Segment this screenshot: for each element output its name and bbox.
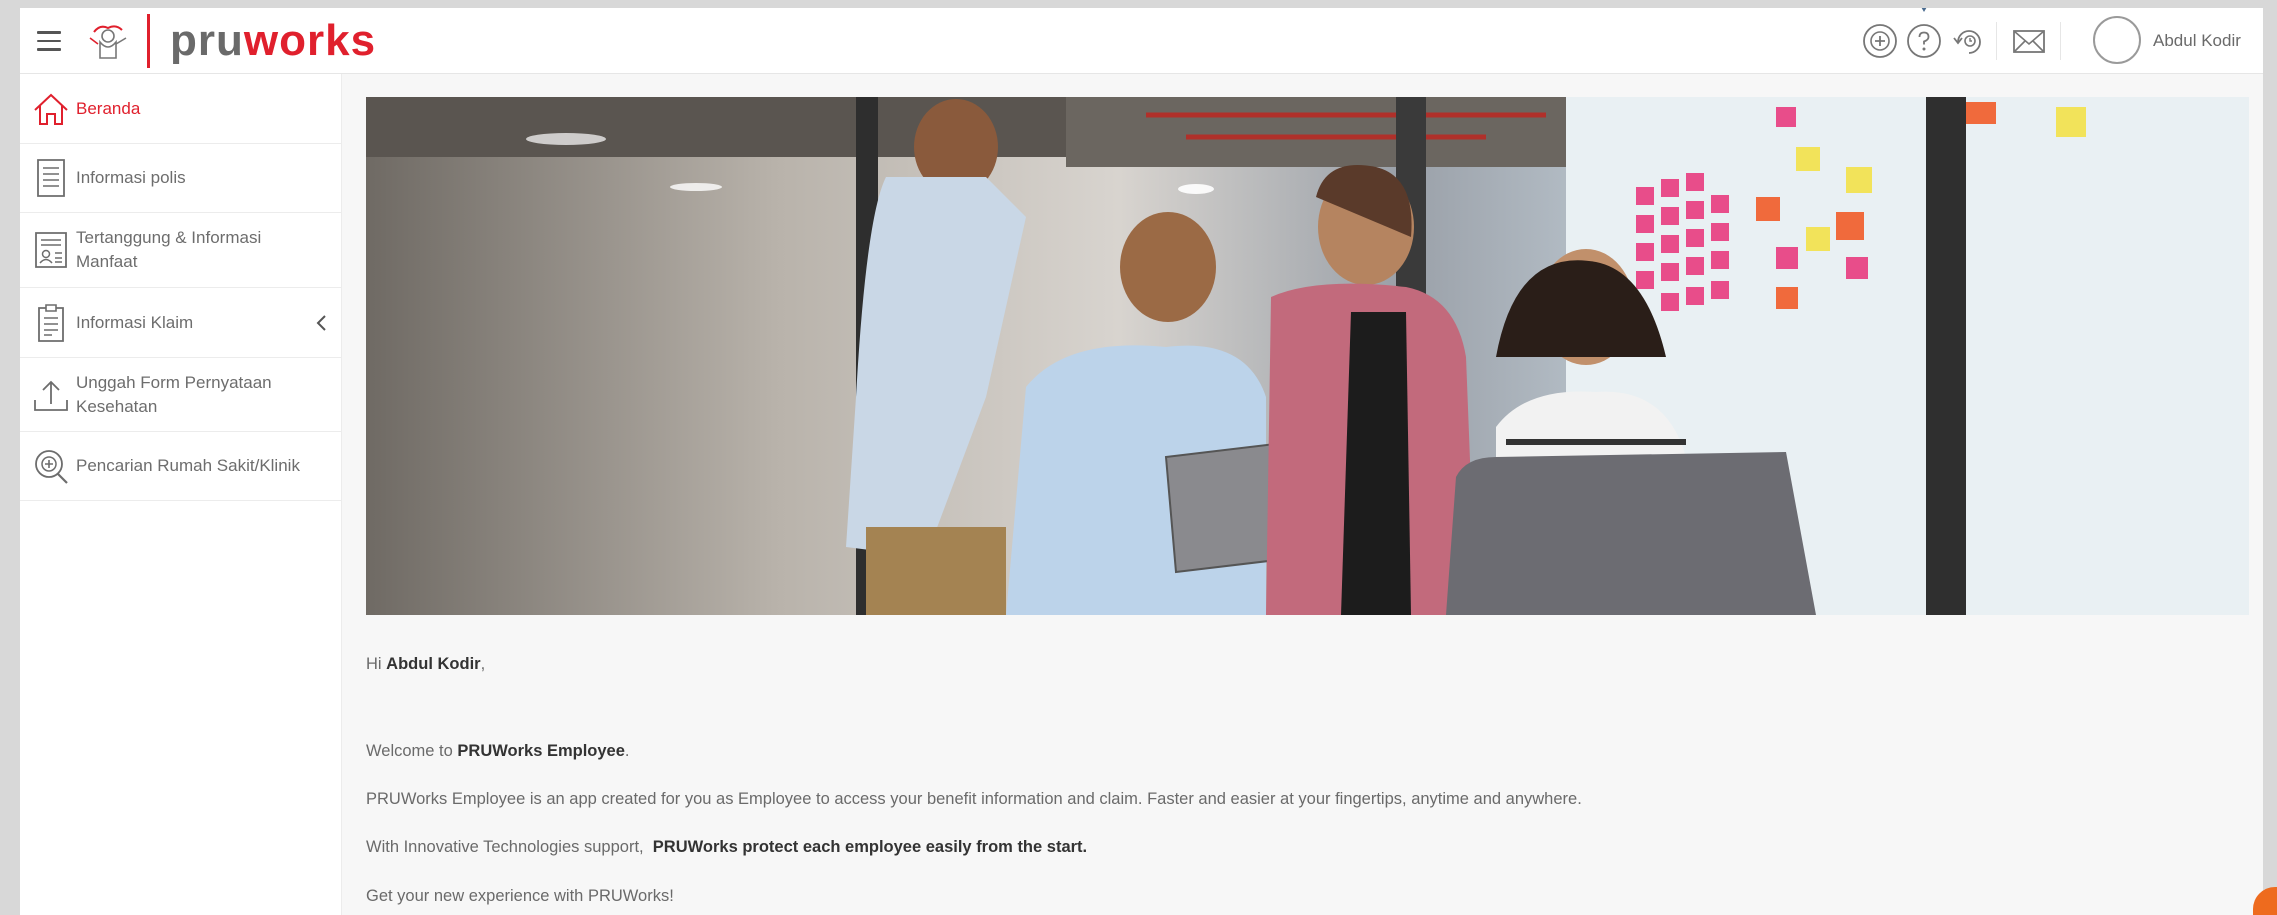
greeting-prefix: Hi xyxy=(366,655,387,673)
sidebar-item-tertanggung[interactable]: Tertanggung & Informasi Manfaat xyxy=(20,213,341,288)
sidebar-item-label: Informasi Klaim xyxy=(76,312,194,332)
description-text: PRUWorks Employee is an app created for … xyxy=(366,790,1582,808)
sidebar-item-unggah-form[interactable]: Unggah Form Pernyataan Kesehatan xyxy=(20,358,341,432)
help-pointer-arrow xyxy=(1917,8,1931,12)
hero-banner-image xyxy=(366,97,2249,615)
sidebar-item-label: Pencarian Rumah Sakit/Klinik xyxy=(76,456,300,475)
sidebar-item-label-line1: Tertanggung & Informasi xyxy=(76,228,262,247)
id-card-icon xyxy=(35,232,67,268)
sidebar-item-label-line2: Kesehatan xyxy=(76,396,158,416)
support-prefix: With Innovative Technologies support, xyxy=(366,838,653,856)
header-separator xyxy=(1996,22,1997,60)
greeting-suffix: , xyxy=(480,655,486,673)
hero-illustration xyxy=(366,97,2249,615)
home-icon xyxy=(34,93,68,125)
header-separator xyxy=(2060,22,2061,60)
support-text: With Innovative Technologies support, PR… xyxy=(366,838,1087,857)
top-header: pruworks Abdul Kodir xyxy=(20,8,2263,74)
help-icon[interactable] xyxy=(1905,22,1943,60)
add-circle-icon[interactable] xyxy=(1861,22,1899,60)
cta-text: Get your new experience with PRUWorks! xyxy=(366,887,674,905)
upload-icon xyxy=(34,380,68,411)
sidebar-item-informasi-klaim[interactable]: Informasi Klaim xyxy=(20,288,341,358)
sidebar-item-beranda[interactable]: Beranda xyxy=(20,74,341,144)
hospital-search-icon xyxy=(35,450,68,484)
sidebar-item-label-line2: Manfaat xyxy=(76,252,138,271)
welcome-suffix: . xyxy=(624,742,630,760)
sidebar-item-label: Informasi polis xyxy=(76,168,186,187)
chevron-left-icon[interactable] xyxy=(315,313,327,333)
sidebar-item-label-line1: Unggah Form Pernyataan xyxy=(76,372,272,392)
support-bold: PRUWorks protect each employee easily fr… xyxy=(652,838,1088,856)
brand-logo-part2: works xyxy=(243,16,377,65)
prudential-logo-icon xyxy=(89,25,127,59)
app-window: pruworks Abdul Kodir Beranda Informasi p… xyxy=(20,8,2263,915)
hamburger-menu-icon[interactable] xyxy=(37,31,61,51)
clipboard-icon xyxy=(38,303,64,342)
sidebar-nav: Beranda Informasi polis Tertanggung & In… xyxy=(20,74,342,915)
mail-icon[interactable] xyxy=(2010,22,2048,60)
user-avatar[interactable] xyxy=(2093,16,2141,64)
sidebar-item-label: Unggah Form Pernyataan Kesehatan xyxy=(76,371,272,419)
sidebar-item-label: Tertanggung & Informasi Manfaat xyxy=(76,226,261,274)
document-icon xyxy=(37,159,65,197)
welcome-prefix: Welcome to xyxy=(366,742,458,760)
welcome-text: Welcome to PRUWorks Employee. xyxy=(366,742,630,761)
greeting-name: Abdul Kodir xyxy=(386,655,481,673)
user-name[interactable]: Abdul Kodir xyxy=(2153,8,2241,74)
sidebar-item-informasi-polis[interactable]: Informasi polis xyxy=(20,144,341,213)
refresh-icon[interactable] xyxy=(1950,22,1988,60)
brand-logo-part1: pru xyxy=(170,16,244,65)
welcome-app-name: PRUWorks Employee xyxy=(457,742,625,760)
sidebar-item-label: Beranda xyxy=(76,98,141,118)
brand-logo[interactable]: pruworks xyxy=(170,12,376,70)
logo-divider xyxy=(147,14,150,68)
sidebar-item-pencarian-rumah-sakit[interactable]: Pencarian Rumah Sakit/Klinik xyxy=(20,432,341,501)
greeting-text: Hi Abdul Kodir, xyxy=(366,655,485,674)
